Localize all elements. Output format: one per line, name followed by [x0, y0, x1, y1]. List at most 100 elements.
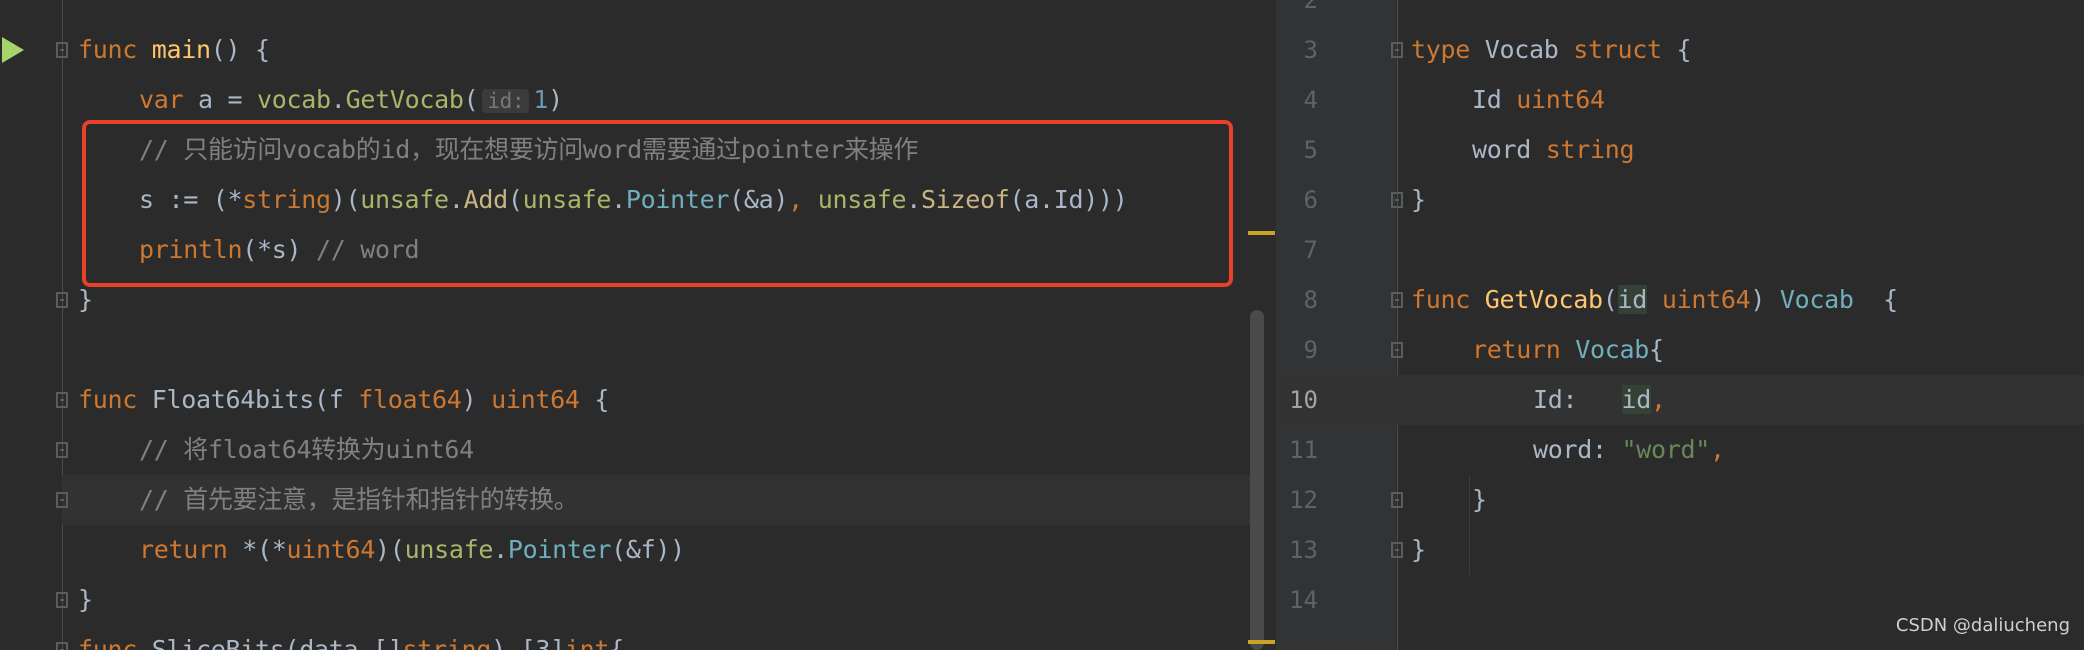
fold-collapse-icon[interactable]	[1391, 342, 1403, 358]
line-number[interactable]: 6	[1276, 175, 1318, 225]
code-line[interactable]: word string	[1472, 125, 1635, 175]
code-token: }	[1411, 535, 1426, 564]
line-number[interactable]: 7	[1276, 225, 1318, 275]
code-token: a =	[198, 85, 258, 114]
line-number[interactable]: 4	[1276, 75, 1318, 125]
code-token: SliceBits(data []	[151, 635, 403, 650]
line-number[interactable]: 9	[1276, 325, 1318, 375]
run-icon[interactable]	[2, 37, 24, 63]
fold-collapse-icon[interactable]	[56, 442, 68, 458]
code-token: )	[548, 85, 563, 114]
code-token: GetVocab	[345, 85, 464, 114]
fold-collapse-icon[interactable]	[56, 392, 68, 408]
code-token: string	[1545, 135, 1635, 164]
code-token: Pointer	[507, 535, 612, 564]
code-token: return	[139, 535, 243, 564]
code-token: {	[1661, 35, 1692, 64]
fold-collapse-icon[interactable]	[56, 42, 68, 58]
left-editor-pane[interactable]: func main() {var a = vocab.GetVocab(id: 1…	[0, 0, 1276, 650]
code-token: uint64	[1661, 285, 1751, 314]
code-token: {	[579, 385, 610, 414]
line-number[interactable]: 11	[1276, 425, 1318, 475]
code-line[interactable]: func SliceBits(data []string) [3]int{	[78, 625, 624, 650]
code-line[interactable]: func GetVocab(id uint64) Vocab {	[1411, 275, 1898, 325]
code-token: vocab	[257, 85, 331, 114]
code-line[interactable]: func main() {	[78, 25, 270, 75]
code-token: func	[1411, 285, 1485, 314]
fold-end-icon[interactable]	[56, 492, 68, 508]
code-token: func	[78, 635, 152, 650]
code-line[interactable]: // 首先要注意，是指针和指针的转换。	[139, 475, 579, 525]
line-number[interactable]: 12	[1276, 475, 1318, 525]
line-number[interactable]: 5	[1276, 125, 1318, 175]
code-line[interactable]: Id: id,	[1533, 375, 1666, 425]
code-token: "word"	[1621, 435, 1711, 464]
code-token: Vocab	[1779, 285, 1854, 314]
fold-end-icon[interactable]	[1391, 192, 1403, 208]
code-line[interactable]: type Vocab struct {	[1411, 25, 1692, 75]
code-line[interactable]: return *(*uint64)(unsafe.Pointer(&f))	[139, 525, 685, 575]
fold-end-icon[interactable]	[56, 592, 68, 608]
code-token: type	[1411, 35, 1485, 64]
code-token: string	[402, 635, 492, 650]
code-line[interactable]: Id uint64	[1472, 75, 1605, 125]
code-token: (	[463, 85, 479, 114]
code-line[interactable]: }	[1411, 525, 1426, 575]
code-token: {	[609, 635, 624, 650]
code-token: uint64	[1516, 85, 1605, 114]
code-line[interactable]: return Vocab{	[1472, 325, 1664, 375]
code-token: 1	[533, 85, 549, 114]
code-line[interactable]: word: "word",	[1533, 425, 1725, 475]
annotation-highlight-box	[82, 120, 1233, 287]
code-token: main	[151, 35, 211, 64]
fold-collapse-icon[interactable]	[56, 642, 68, 650]
code-token: {	[1649, 335, 1664, 364]
code-token: }	[78, 285, 93, 314]
code-token: uint64	[286, 535, 376, 564]
code-token: id	[1621, 385, 1652, 414]
code-token: (	[1602, 285, 1618, 314]
line-number[interactable]: 10	[1276, 375, 1318, 425]
current-line-highlight	[1276, 375, 2084, 425]
code-line[interactable]: // 将float64转换为uint64	[139, 425, 474, 475]
left-editor-scrollbar[interactable]	[1250, 310, 1264, 650]
line-number[interactable]: 13	[1276, 525, 1318, 575]
line-number[interactable]: 3	[1276, 25, 1318, 75]
code-token: Vocab	[1575, 335, 1650, 364]
code-token: return	[1472, 335, 1576, 364]
fold-collapse-icon[interactable]	[1391, 292, 1403, 308]
code-token: var	[139, 85, 199, 114]
code-line[interactable]: var a = vocab.GetVocab(id: 1)	[139, 75, 563, 125]
indent-guide	[1469, 475, 1470, 575]
warning-marker[interactable]	[1248, 231, 1275, 235]
code-token: ) [3]	[491, 635, 565, 650]
code-token: (&f))	[611, 535, 685, 564]
code-line[interactable]: func Float64bits(f float64) uint64 {	[78, 375, 609, 425]
line-number[interactable]: 8	[1276, 275, 1318, 325]
right-editor-pane[interactable]: 2 3 type Vocab struct {4 Id uint64 5 word str…	[1276, 0, 2084, 650]
code-token: )	[461, 385, 492, 414]
fold-end-icon[interactable]	[1391, 542, 1403, 558]
fold-collapse-icon[interactable]	[1391, 42, 1403, 58]
fold-end-icon[interactable]	[1391, 492, 1403, 508]
code-line[interactable]: }	[1411, 175, 1426, 225]
line-number[interactable]: 14	[1276, 575, 1318, 625]
code-token: func	[78, 35, 152, 64]
line-number[interactable]: 2	[1276, 0, 1318, 25]
code-token: struct	[1573, 35, 1662, 64]
code-token: ,	[1710, 435, 1725, 464]
code-token: int	[564, 635, 610, 650]
code-token: Id:	[1533, 385, 1622, 414]
code-line[interactable]: }	[1472, 475, 1487, 525]
fold-end-icon[interactable]	[56, 292, 68, 308]
code-token: .	[330, 85, 346, 114]
fold-gutter-line	[62, 0, 63, 650]
code-token: // 首先要注意，是指针和指针的转换。	[139, 485, 579, 514]
code-line[interactable]: }	[78, 575, 93, 625]
code-token: Id	[1472, 85, 1517, 114]
code-token: )	[1750, 285, 1780, 314]
code-token: uint64	[491, 385, 580, 414]
warning-marker[interactable]	[1248, 640, 1275, 644]
code-token: Vocab	[1484, 35, 1574, 64]
